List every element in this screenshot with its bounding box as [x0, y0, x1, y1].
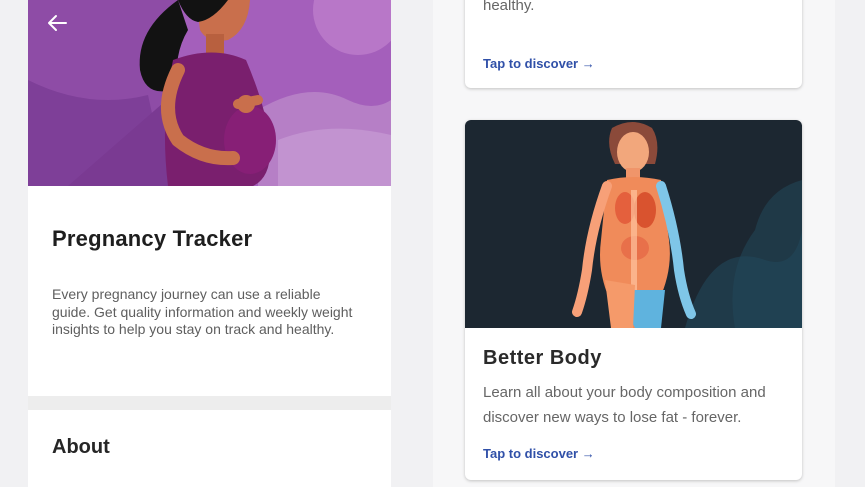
card-description: weight insights to help you stay on trac… — [483, 0, 535, 14]
about-heading: About — [52, 436, 110, 458]
back-arrow-icon[interactable] — [42, 8, 72, 38]
pregnancy-hero-illustration — [28, 0, 391, 186]
tap-to-discover-link[interactable]: Tap to discover → — [483, 56, 595, 71]
page-title: Pregnancy Tracker — [52, 226, 253, 251]
pregnancy-tracker-screen: Pregnancy Tracker Every pregnancy journe… — [28, 0, 391, 487]
discover-screen: weight insights to help you stay on trac… — [433, 0, 835, 487]
better-body-card[interactable]: Better Body Learn all about your body co… — [465, 120, 802, 480]
pregnancy-info-card: Pregnancy Tracker Every pregnancy journe… — [28, 186, 391, 396]
pregnancy-discover-card[interactable]: weight insights to help you stay on trac… — [465, 0, 802, 88]
body-composition-illustration — [465, 120, 802, 328]
tap-to-discover-link[interactable]: Tap to discover → — [483, 446, 595, 461]
pregnancy-description: Every pregnancy journey can use a reliab… — [52, 286, 353, 337]
card-description: Learn all about your body composition an… — [483, 384, 766, 426]
card-title: Better Body — [483, 347, 602, 369]
about-section: About — [28, 410, 391, 487]
